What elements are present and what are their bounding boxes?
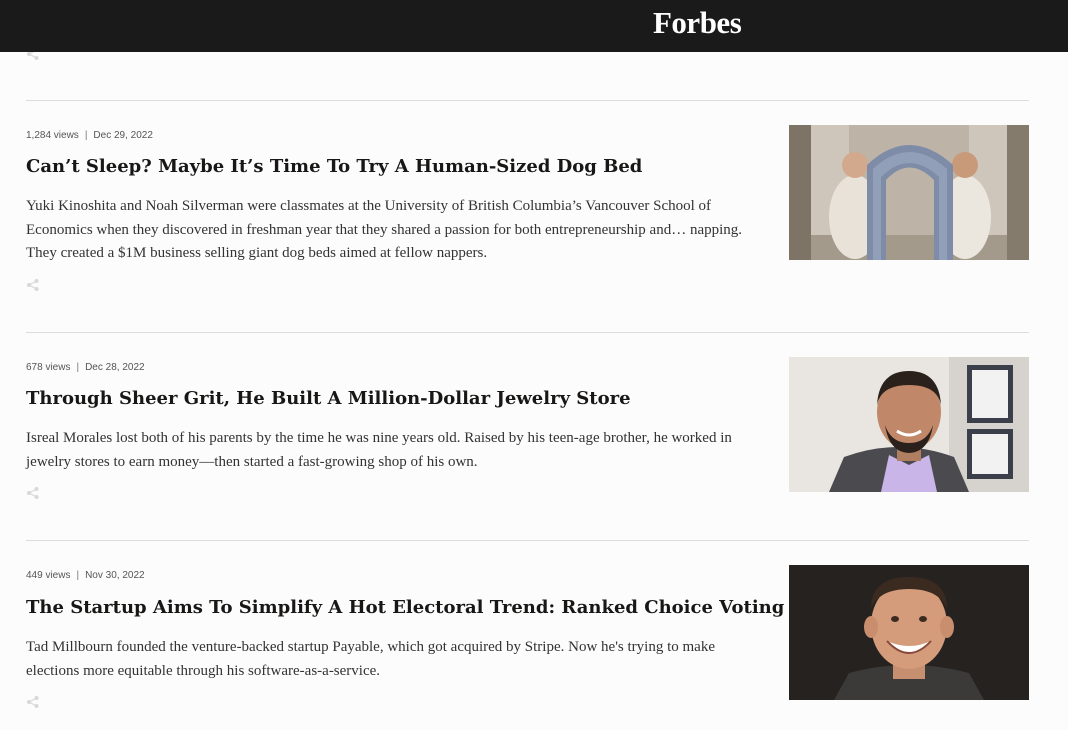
share-icon[interactable] [26,278,40,292]
article-thumbnail[interactable] [789,357,1029,492]
top-nav-bar: Forbes [0,0,1068,52]
divider [26,540,1029,541]
article-title[interactable]: Can’t Sleep? Maybe It’s Time To Try A Hu… [26,154,766,180]
publish-date: Dec 28, 2022 [85,362,145,373]
article-description: Tad Millbourn founded the venture-backed… [26,639,715,679]
article-title[interactable]: Through Sheer Grit, He Built A Million-D… [26,386,766,412]
article-meta: 1,284 views | Dec 29, 2022 [26,130,153,141]
publish-date: Dec 29, 2022 [93,130,153,141]
article-description: Isreal Morales lost both of his parents … [26,430,732,470]
view-count: 1,284 views [26,130,79,141]
view-count: 449 views [26,570,71,581]
article-title[interactable]: The Startup Aims To Simplify A Hot Elect… [26,595,784,621]
divider [26,332,1029,333]
view-count: 678 views [26,362,71,373]
article-meta: 449 views | Nov 30, 2022 [26,570,145,581]
divider [26,100,1029,101]
share-icon[interactable] [26,486,40,500]
article-meta: 678 views | Dec 28, 2022 [26,362,145,373]
article-description: Yuki Kinoshita and Noah Silverman were c… [26,198,743,261]
forbes-logo[interactable]: Forbes [653,4,742,42]
share-icon[interactable] [26,695,40,709]
article-thumbnail[interactable] [789,565,1029,700]
publish-date: Nov 30, 2022 [85,570,145,581]
article-thumbnail[interactable] [789,125,1029,260]
